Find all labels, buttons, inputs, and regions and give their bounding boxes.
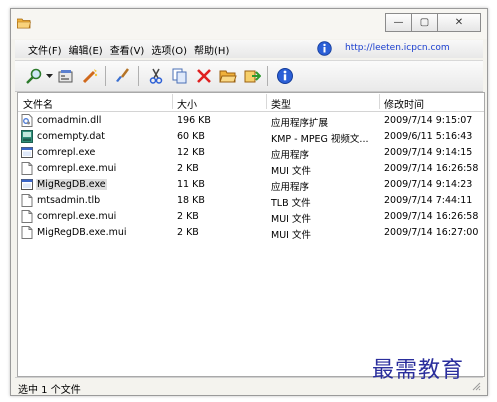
file-name: MigRegDB.exe.mui — [37, 227, 127, 238]
table-row[interactable]: MigRegDB.exe 11 KB 应用程序 2009/7/14 9:14:2… — [18, 177, 484, 193]
file-modified: 2009/7/14 16:26:58 — [384, 163, 479, 174]
column-header-size[interactable]: 大小 — [177, 96, 197, 111]
brush-icon[interactable] — [112, 65, 134, 87]
menu-bar: 文件(F) 编辑(E) 查看(V) 选项(O) 帮助(H) http://lee… — [15, 40, 483, 58]
file-type: 应用程序 — [271, 150, 310, 161]
file-size: 2 KB — [177, 227, 199, 238]
file-name: comadmin.dll — [37, 115, 102, 126]
status-text: 选中 1 个文件 — [18, 385, 81, 396]
window-controls: — ▢ ✕ — [385, 13, 481, 32]
toolbar-separator — [105, 66, 106, 86]
file-modified: 2009/7/14 16:27:00 — [384, 227, 479, 238]
file-size: 18 KB — [177, 195, 205, 206]
info-icon[interactable] — [274, 65, 296, 87]
table-row[interactable]: comempty.dat 60 KB KMP - MPEG 视频文... 200… — [18, 129, 484, 145]
menu-view[interactable]: 查看(V) — [107, 42, 148, 57]
file-modified: 2009/7/14 9:15:07 — [384, 115, 473, 126]
dropdown-arrow-icon[interactable] — [45, 65, 53, 87]
close-button[interactable]: ✕ — [437, 13, 481, 32]
website-link[interactable]: http://leeten.icpcn.com — [345, 43, 450, 53]
menu-file[interactable]: 文件(F) — [25, 42, 65, 57]
file-name: comempty.dat — [37, 131, 106, 142]
table-row[interactable]: comrepl.exe.mui 2 KB MUI 文件 2009/7/14 16… — [18, 161, 484, 177]
table-row[interactable]: comadmin.dll 196 KB 应用程序扩展 2009/7/14 9:1… — [18, 113, 484, 129]
column-header-name[interactable]: 文件名 — [23, 96, 53, 111]
find-icon[interactable] — [23, 65, 45, 87]
minimize-button[interactable]: — — [385, 13, 412, 32]
file-icon — [21, 226, 33, 239]
open-folder-icon[interactable] — [217, 65, 239, 87]
file-size: 12 KB — [177, 147, 205, 158]
file-modified: 2009/7/14 9:14:23 — [384, 179, 473, 190]
menu-edit[interactable]: 编辑(E) — [66, 42, 106, 57]
wand-icon[interactable] — [79, 65, 101, 87]
column-divider[interactable] — [266, 94, 267, 109]
watermark-text: 最需教育 — [372, 358, 465, 383]
file-type: 应用程序扩展 — [271, 118, 329, 129]
file-modified: 2009/7/14 7:44:11 — [384, 195, 473, 206]
export-icon[interactable] — [241, 65, 263, 87]
file-size: 11 KB — [177, 179, 205, 190]
file-name: comrepl.exe — [37, 147, 96, 158]
properties-icon[interactable] — [55, 65, 77, 87]
dll-icon — [21, 114, 33, 127]
file-size: 60 KB — [177, 131, 205, 142]
file-type: MUI 文件 — [271, 166, 311, 177]
file-icon — [21, 210, 33, 223]
column-header-type[interactable]: 类型 — [271, 96, 291, 111]
delete-icon[interactable] — [193, 65, 215, 87]
file-name: comrepl.exe.mui — [37, 211, 117, 222]
file-name: MigRegDB.exe — [36, 179, 107, 190]
file-modified: 2009/6/11 5:16:43 — [384, 131, 473, 142]
maximize-button[interactable]: ▢ — [411, 13, 438, 32]
folder-icon — [17, 18, 31, 29]
exe-icon — [21, 179, 33, 190]
exe-icon — [21, 147, 33, 158]
table-row[interactable]: comrepl.exe 12 KB 应用程序 2009/7/14 9:14:15 — [18, 145, 484, 161]
file-list-header: 文件名 大小 类型 修改时间 — [18, 93, 484, 112]
file-modified: 2009/7/14 16:26:58 — [384, 211, 479, 222]
title-bar[interactable]: — ▢ ✕ — [11, 9, 487, 39]
file-icon — [21, 194, 33, 207]
file-name: mtsadmin.tlb — [37, 195, 101, 206]
file-type: 应用程序 — [271, 182, 310, 193]
file-icon — [21, 162, 33, 175]
resize-grip-icon[interactable] — [471, 381, 481, 391]
toolbar — [15, 60, 483, 92]
file-type: KMP - MPEG 视频文... — [271, 134, 369, 145]
file-type: TLB 文件 — [271, 198, 311, 209]
menu-help[interactable]: 帮助(H) — [191, 42, 232, 57]
file-name: comrepl.exe.mui — [37, 163, 117, 174]
file-type: MUI 文件 — [271, 214, 311, 225]
file-modified: 2009/7/14 9:14:15 — [384, 147, 473, 158]
column-divider[interactable] — [379, 94, 380, 109]
table-row[interactable]: comrepl.exe.mui 2 KB MUI 文件 2009/7/14 16… — [18, 209, 484, 225]
table-row[interactable]: MigRegDB.exe.mui 2 KB MUI 文件 2009/7/14 1… — [18, 225, 484, 241]
file-size: 196 KB — [177, 115, 211, 126]
file-type: MUI 文件 — [271, 230, 311, 241]
file-size: 2 KB — [177, 211, 199, 222]
file-size: 2 KB — [177, 163, 199, 174]
toolbar-separator — [138, 66, 139, 86]
file-list[interactable]: 文件名 大小 类型 修改时间 comadmin.dll 196 KB 应用程序扩… — [17, 92, 485, 377]
dat-icon — [21, 130, 33, 143]
table-row[interactable]: mtsadmin.tlb 18 KB TLB 文件 2009/7/14 7:44… — [18, 193, 484, 209]
info-icon[interactable] — [317, 41, 332, 56]
cut-icon[interactable] — [145, 65, 167, 87]
toolbar-separator — [267, 66, 268, 86]
column-header-modified[interactable]: 修改时间 — [384, 96, 424, 111]
menu-options[interactable]: 选项(O) — [148, 42, 190, 57]
copy-icon[interactable] — [169, 65, 191, 87]
app-window: — ▢ ✕ 文件(F) 编辑(E) 查看(V) 选项(O) 帮助(H) http… — [10, 8, 488, 396]
column-divider[interactable] — [172, 94, 173, 109]
